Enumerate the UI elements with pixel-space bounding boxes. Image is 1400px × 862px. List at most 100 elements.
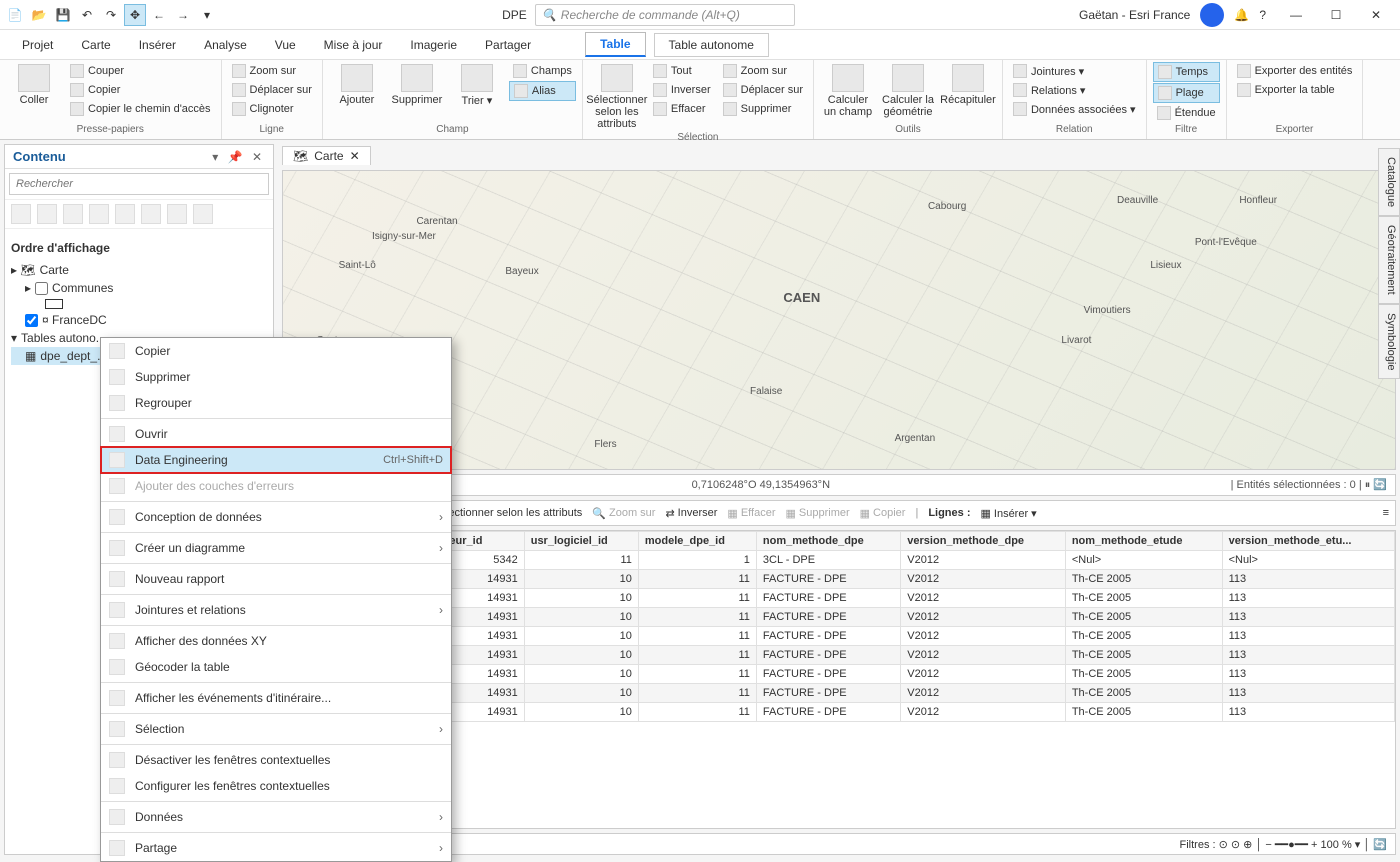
menu-partager[interactable]: Partager [471, 34, 545, 56]
flash-button[interactable]: Clignoter [228, 100, 316, 118]
ctx-copier[interactable]: Copier [101, 338, 451, 364]
fields-button[interactable]: Champs [509, 62, 576, 80]
table-header[interactable]: nom_methode_dpe [756, 532, 900, 551]
clear[interactable]: ▦ Effacer [727, 507, 775, 520]
tab-symbologie[interactable]: Symbologie [1378, 304, 1400, 379]
map-tab[interactable]: 🗺 Carte ✕ [282, 146, 371, 165]
close-button[interactable]: ✕ [1356, 1, 1396, 29]
range-filter-button[interactable]: Plage [1153, 83, 1220, 103]
delete[interactable]: ▦ Supprimer [785, 507, 849, 520]
zoom-to[interactable]: 🔍 Zoom sur [592, 507, 655, 520]
list-by-perf-icon[interactable] [167, 204, 187, 224]
menu-inserer[interactable]: Insérer [125, 34, 190, 56]
layer-symbol[interactable] [11, 297, 267, 311]
qat-forward-icon[interactable]: → [172, 4, 194, 26]
export-table-button[interactable]: Exporter la table [1233, 81, 1357, 99]
qat-explore-icon[interactable]: ✥ [124, 4, 146, 26]
ctx-cr-er-un-diagramme[interactable]: Créer un diagramme› [101, 535, 451, 561]
cut-button[interactable]: Couper [66, 62, 215, 80]
ctx-afficher-des-donn-es-xy[interactable]: Afficher des données XY [101, 628, 451, 654]
ctx-s-lection[interactable]: Sélection› [101, 716, 451, 742]
layer-francedc[interactable]: ¤ FranceDC [11, 311, 267, 329]
list-by-drawing-icon[interactable] [11, 204, 31, 224]
related-data-button[interactable]: Données associées ▾ [1009, 100, 1140, 118]
table-header[interactable]: version_methode_dpe [901, 532, 1066, 551]
table-header[interactable]: modele_dpe_id [638, 532, 756, 551]
delete-sel-button[interactable]: Supprimer [719, 100, 807, 118]
copy-path-button[interactable]: Copier le chemin d'accès [66, 100, 215, 118]
pan-sel-button[interactable]: Déplacer sur [719, 81, 807, 99]
ctx-jointures-et-relations[interactable]: Jointures et relations› [101, 597, 451, 623]
context-tab-table-autonome[interactable]: Table autonome [654, 33, 769, 57]
insert[interactable]: ▦ Insérer ▾ [980, 507, 1036, 520]
switch-sel[interactable]: ⇄ Inverser [665, 507, 717, 520]
dropdown-icon[interactable]: ▾ [209, 150, 221, 164]
menu-projet[interactable]: Projet [8, 34, 67, 56]
ctx-donn-es[interactable]: Données› [101, 804, 451, 830]
copy[interactable]: ▦ Copier [860, 507, 906, 520]
clear-sel-button[interactable]: Effacer [649, 100, 715, 118]
ctx-regrouper[interactable]: Regrouper [101, 390, 451, 416]
select-all-button[interactable]: Tout [649, 62, 715, 80]
menu-vue[interactable]: Vue [261, 34, 310, 56]
extent-filter-button[interactable]: Étendue [1153, 104, 1220, 122]
qat-new-icon[interactable]: 📄 [4, 4, 26, 26]
qat-save-icon[interactable]: 💾 [52, 4, 74, 26]
notifications-icon[interactable]: 🔔 [1234, 8, 1249, 22]
qat-back-icon[interactable]: ← [148, 4, 170, 26]
avatar[interactable] [1200, 3, 1224, 27]
tab-catalogue[interactable]: Catalogue [1378, 148, 1400, 216]
minimize-button[interactable]: — [1276, 1, 1316, 29]
table-header[interactable]: nom_methode_etude [1065, 532, 1222, 551]
alias-button[interactable]: Alias [509, 81, 576, 101]
command-search[interactable]: 🔍 Recherche de commande (Alt+Q) [535, 4, 795, 26]
list-by-editing-icon[interactable] [89, 204, 109, 224]
calc-field-button[interactable]: Calculer un champ [820, 62, 876, 120]
qat-more-icon[interactable]: ▾ [196, 4, 218, 26]
list-by-selection-icon[interactable] [63, 204, 83, 224]
pan-to-button[interactable]: Déplacer sur [228, 81, 316, 99]
sort-button[interactable]: Trier ▾ [449, 62, 505, 109]
maximize-button[interactable]: ☐ [1316, 1, 1356, 29]
invert-sel-button[interactable]: Inverser [649, 81, 715, 99]
ctx-conception-de-donn-es[interactable]: Conception de données› [101, 504, 451, 530]
list-by-source-icon[interactable] [37, 204, 57, 224]
ctx-ajouter-des-couches-d-erreurs[interactable]: Ajouter des couches d'erreurs [101, 473, 451, 499]
select-by-attr-button[interactable]: Sélectionner selon les attributs [589, 62, 645, 132]
list-by-snapping-icon[interactable] [115, 204, 135, 224]
list-more-icon[interactable] [193, 204, 213, 224]
menu-carte[interactable]: Carte [67, 34, 124, 56]
table-menu-icon[interactable]: ≡ [1383, 507, 1389, 519]
copy-button[interactable]: Copier [66, 81, 215, 99]
ctx-nouveau-rapport[interactable]: Nouveau rapport [101, 566, 451, 592]
zoom-sel-button[interactable]: Zoom sur [719, 62, 807, 80]
close-icon[interactable]: ✕ [350, 149, 360, 163]
help-icon[interactable]: ? [1259, 8, 1266, 22]
table-header[interactable]: version_methode_etu... [1222, 532, 1394, 551]
table-header[interactable]: usr_logiciel_id [524, 532, 638, 551]
zoom-to-button[interactable]: Zoom sur [228, 62, 316, 80]
menu-imagerie[interactable]: Imagerie [396, 34, 471, 56]
summarize-button[interactable]: Récapituler [940, 62, 996, 108]
joins-button[interactable]: Jointures ▾ [1009, 62, 1140, 80]
qat-open-icon[interactable]: 📂 [28, 4, 50, 26]
menu-maj[interactable]: Mise à jour [310, 34, 397, 56]
layer-communes[interactable]: ▸ Communes [11, 279, 267, 297]
ctx-data-engineering[interactable]: Data EngineeringCtrl+Shift+D [101, 447, 451, 473]
ctx-g-ocoder-la-table[interactable]: Géocoder la table [101, 654, 451, 680]
ctx-afficher-les-v-nements-d-itin-raire-[interactable]: Afficher les événements d'itinéraire... [101, 685, 451, 711]
pin-icon[interactable]: 📌 [225, 150, 246, 164]
qat-undo-icon[interactable]: ↶ [76, 4, 98, 26]
delete-field-button[interactable]: Supprimer [389, 62, 445, 108]
add-field-button[interactable]: Ajouter [329, 62, 385, 108]
qat-redo-icon[interactable]: ↷ [100, 4, 122, 26]
list-by-labeling-icon[interactable] [141, 204, 161, 224]
map-node[interactable]: ▸ 🗺 Carte [11, 261, 267, 279]
contents-search-input[interactable] [9, 173, 269, 195]
menu-analyse[interactable]: Analyse [190, 34, 261, 56]
relations-button[interactable]: Relations ▾ [1009, 81, 1140, 99]
ctx-supprimer[interactable]: Supprimer [101, 364, 451, 390]
ctx-ouvrir[interactable]: Ouvrir [101, 421, 451, 447]
ctx-configurer-les-fen-tres-contextuelles[interactable]: Configurer les fenêtres contextuelles [101, 773, 451, 799]
ctx-d-sactiver-les-fen-tres-contextuelles[interactable]: Désactiver les fenêtres contextuelles [101, 747, 451, 773]
